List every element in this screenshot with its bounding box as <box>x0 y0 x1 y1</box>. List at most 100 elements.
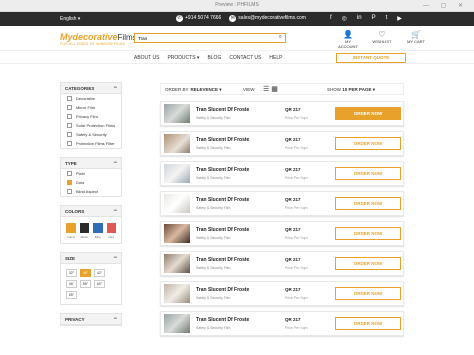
product-thumbnail[interactable] <box>164 284 190 303</box>
order-now-button[interactable]: ORDER NOW <box>335 257 401 270</box>
collapse-icon[interactable]: − <box>113 255 117 261</box>
product-name[interactable]: Tran Slucent Df Froste <box>196 257 249 263</box>
product-thumbnail[interactable] <box>164 164 190 183</box>
product-thumbnail[interactable] <box>164 194 190 213</box>
categories-header[interactable]: CATEGORIES − <box>61 83 121 94</box>
size-option[interactable]: 65" <box>66 291 77 299</box>
order-now-button[interactable]: ORDER NOW <box>335 107 401 120</box>
category-checkbox[interactable]: Solar Protection Films <box>61 121 121 130</box>
product-row[interactable]: Tran Slucent Df Froste Safety & Security… <box>160 251 404 276</box>
checkbox[interactable] <box>67 123 72 128</box>
product-name[interactable]: Tran Slucent Df Froste <box>196 317 249 323</box>
grid-view-icon[interactable]: ▦ <box>271 86 278 93</box>
privacy-header[interactable]: PRIVACY − <box>61 314 121 325</box>
product-row[interactable]: Tran Slucent Df Froste Safety & Security… <box>160 101 404 126</box>
product-thumbnail[interactable] <box>164 104 190 123</box>
color-swatch-black[interactable] <box>79 223 89 233</box>
search-icon[interactable]: ⌕ <box>279 34 282 41</box>
checkbox[interactable] <box>67 189 72 194</box>
product-row[interactable]: Tran Slucent Df Froste Safety & Security… <box>160 311 404 336</box>
checkbox[interactable] <box>67 96 72 101</box>
window-controls[interactable]: — ▢ ✕ <box>423 2 468 9</box>
category-checkbox[interactable]: Mirror Film <box>61 103 121 112</box>
cart-button[interactable]: 🛒 MY CART <box>404 30 428 49</box>
product-row[interactable]: Tran Slucent Df Froste Safety & Security… <box>160 221 404 246</box>
price-unit: Price Per Sqm <box>285 176 308 180</box>
instagram-icon[interactable]: ◎ <box>342 15 347 22</box>
size-option[interactable]: 46" <box>66 280 77 288</box>
checkbox[interactable] <box>67 141 72 146</box>
product-thumbnail[interactable] <box>164 224 190 243</box>
product-name[interactable]: Tran Slucent Df Froste <box>196 227 249 233</box>
product-name[interactable]: Tran Slucent Df Froste <box>196 107 249 113</box>
checkbox[interactable] <box>67 105 72 110</box>
order-now-button[interactable]: ORDER NOW <box>335 137 401 150</box>
product-row[interactable]: Tran Slucent Df Froste Safety & Security… <box>160 131 404 156</box>
color-swatch-blue[interactable] <box>93 223 103 233</box>
type-checkbox[interactable]: Plain <box>61 169 121 178</box>
size-option[interactable]: 42" <box>94 269 105 277</box>
nav-item-help[interactable]: HELP <box>269 55 282 61</box>
colors-header[interactable]: COLORS − <box>61 206 121 217</box>
size-header[interactable]: SIZE − <box>61 253 121 264</box>
nav-item-blog[interactable]: BLOG <box>207 55 221 61</box>
size-option-selected[interactable]: 40" <box>80 269 91 277</box>
size-option[interactable]: 32" <box>66 269 77 277</box>
facebook-icon[interactable]: f <box>330 15 332 22</box>
search-input[interactable] <box>138 35 268 42</box>
nav-item-products[interactable]: PRODUCTS ▾ <box>167 55 199 61</box>
product-name[interactable]: Tran Slucent Df Froste <box>196 287 249 293</box>
logo[interactable]: MydecorativeFilms FOR ALL KINDS OF WINDO… <box>60 32 137 46</box>
color-swatch-red[interactable] <box>106 223 116 233</box>
order-by-select[interactable]: ORDER BY RELEVENCE ▾ <box>165 87 222 93</box>
product-thumbnail[interactable] <box>164 314 190 333</box>
language-select[interactable]: English ▾ <box>60 16 80 22</box>
order-now-button[interactable]: ORDER NOW <box>335 317 401 330</box>
size-option[interactable]: 55" <box>80 280 91 288</box>
product-name[interactable]: Tran Slucent Df Froste <box>196 167 249 173</box>
product-name[interactable]: Tran Slucent Df Froste <box>196 197 249 203</box>
product-thumbnail[interactable] <box>164 134 190 153</box>
search-box[interactable]: ⌕ <box>134 33 286 43</box>
pinterest-icon[interactable]: P <box>372 15 376 22</box>
type-header[interactable]: TYPE − <box>61 158 121 169</box>
type-checkbox[interactable]: Dots <box>61 178 121 187</box>
size-option[interactable]: 60" <box>94 280 105 288</box>
order-now-button[interactable]: ORDER NOW <box>335 287 401 300</box>
size-panel: SIZE − 32" 40" 42" 46" 55" 60" 65" <box>60 252 122 305</box>
email-link[interactable]: ✉ sales@mydecorativefilms.com <box>229 15 306 22</box>
checkbox[interactable] <box>67 171 72 176</box>
product-name[interactable]: Tran Slucent Df Froste <box>196 137 249 143</box>
checkbox[interactable] <box>67 114 72 119</box>
checkbox[interactable] <box>67 132 72 137</box>
collapse-icon[interactable]: − <box>113 85 117 91</box>
youtube-icon[interactable]: ▶ <box>397 15 402 22</box>
per-page-select[interactable]: SHOW 10 PER PAGE ▾ <box>327 87 375 93</box>
collapse-icon[interactable]: − <box>113 316 117 322</box>
collapse-icon[interactable]: − <box>113 208 117 214</box>
order-now-button[interactable]: ORDER NOW <box>335 227 401 240</box>
collapse-icon[interactable]: − <box>113 160 117 166</box>
category-checkbox[interactable]: Privacy Film <box>61 112 121 121</box>
nav-item-contact[interactable]: CONTACT US <box>229 55 261 61</box>
type-checkbox[interactable]: Blind Aspect <box>61 187 121 196</box>
wishlist-button[interactable]: ♡ WISHLIST <box>370 30 394 49</box>
category-checkbox[interactable]: Decorative <box>61 94 121 103</box>
product-row[interactable]: Tran Slucent Df Froste Safety & Security… <box>160 161 404 186</box>
list-view-icon[interactable]: ☰ <box>263 86 269 93</box>
order-now-button[interactable]: ORDER NOW <box>335 167 401 180</box>
order-now-button[interactable]: ORDER NOW <box>335 197 401 210</box>
product-row[interactable]: Tran Slucent Df Froste Safety & Security… <box>160 191 404 216</box>
product-thumbnail[interactable] <box>164 254 190 273</box>
instant-quote-button[interactable]: INSTANT QUOTE <box>336 53 406 63</box>
nav-item-about[interactable]: ABOUT US <box>134 55 159 61</box>
phone-link[interactable]: ✆ +914 5074 7666 <box>176 15 221 22</box>
linkedin-icon[interactable]: in <box>357 15 362 22</box>
product-row[interactable]: Tran Slucent Df Froste Safety & Security… <box>160 281 404 306</box>
account-button[interactable]: 👤 MY ACCOUNT <box>336 30 360 49</box>
checkbox-checked[interactable] <box>67 180 72 185</box>
color-swatch-yellow[interactable] <box>66 223 76 233</box>
twitter-icon[interactable]: t <box>386 15 388 22</box>
category-checkbox[interactable]: Safety & Security <box>61 130 121 139</box>
category-checkbox[interactable]: Protection Films Filter <box>61 139 121 148</box>
